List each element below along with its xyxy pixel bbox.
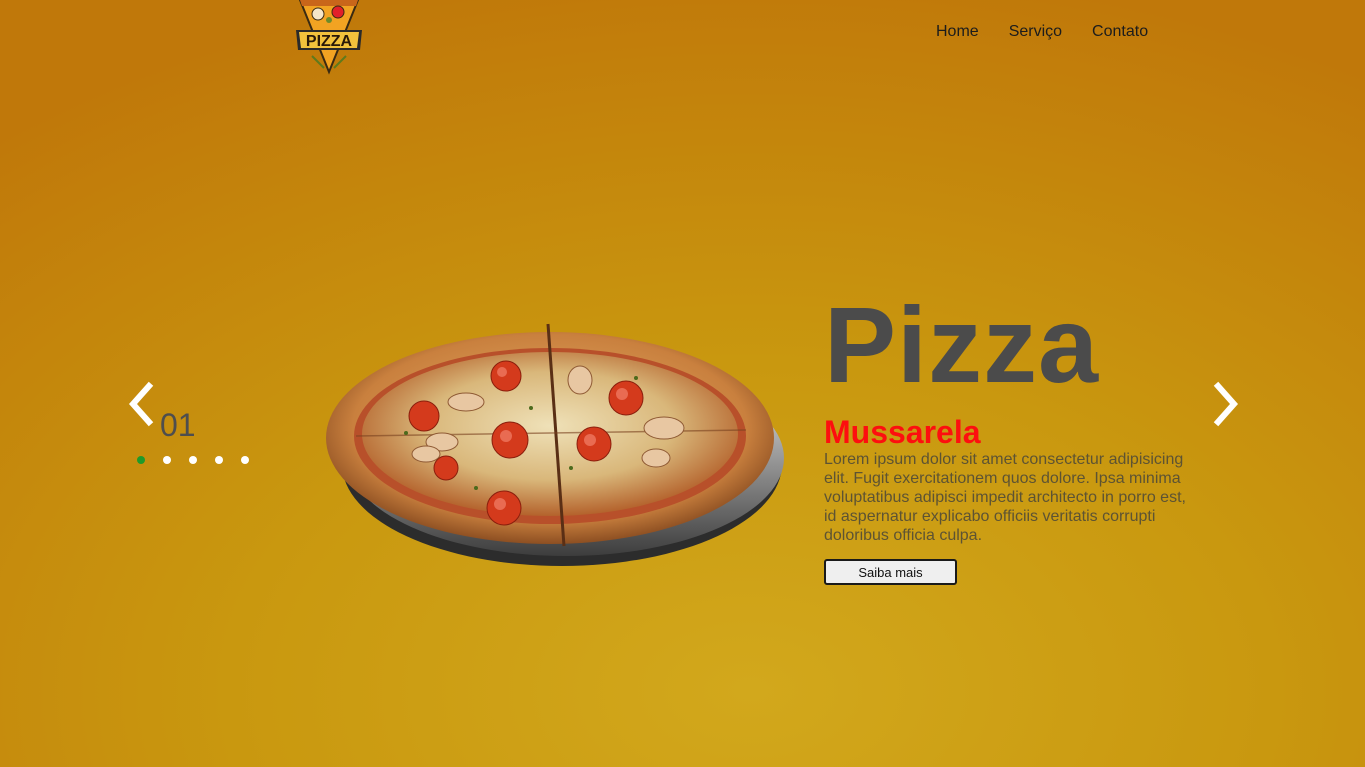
slider-dots	[137, 456, 249, 464]
slide-counter: 01	[160, 407, 196, 443]
chevron-right-icon	[1213, 381, 1239, 427]
main-nav: Home Serviço Contato	[936, 22, 1148, 42]
nav-servico[interactable]: Serviço	[1009, 22, 1062, 42]
nav-home[interactable]: Home	[936, 22, 979, 42]
product-info: Pizza Mussarela Lorem ipsum dolor sit am…	[824, 290, 1204, 585]
product-description: Lorem ipsum dolor sit amet consectetur a…	[824, 451, 1186, 544]
slider-dot-3[interactable]	[189, 456, 197, 464]
pizza-logo-icon: PIZZA	[296, 0, 362, 75]
chevron-left-icon	[128, 381, 154, 427]
slider-dot-2[interactable]	[163, 456, 171, 464]
slider-prev-button[interactable]	[121, 380, 161, 430]
nav-contato[interactable]: Contato	[1092, 22, 1148, 42]
pizza-image	[326, 318, 784, 570]
slider-dot-1[interactable]	[137, 456, 145, 464]
product-name: Mussarela	[824, 414, 981, 450]
logo-text: PIZZA	[306, 33, 353, 50]
slider-next-button[interactable]	[1206, 380, 1246, 430]
saiba-mais-button[interactable]: Saiba mais	[824, 559, 957, 585]
slider-dot-4[interactable]	[215, 456, 223, 464]
pizza-logo[interactable]: PIZZA	[294, 0, 364, 76]
product-title: Pizza	[824, 284, 1100, 405]
slider-dot-5[interactable]	[241, 456, 249, 464]
